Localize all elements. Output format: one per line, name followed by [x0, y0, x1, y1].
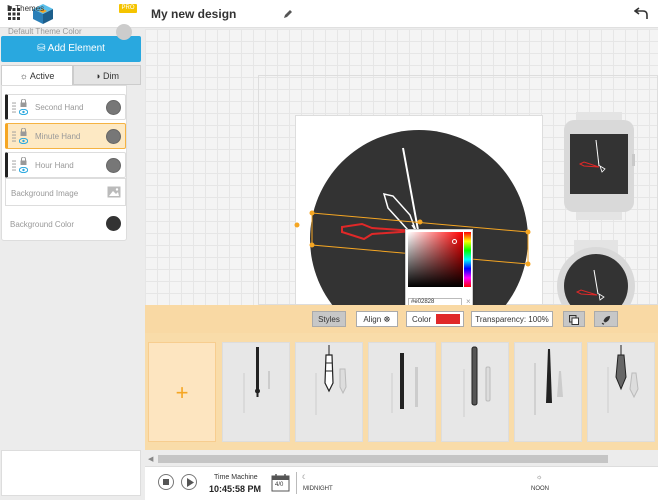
background-image-label: Background Image	[11, 189, 79, 198]
noon-label: NOON	[531, 486, 549, 492]
lock-icon[interactable]	[20, 157, 27, 165]
drag-handle-icon[interactable]	[12, 131, 16, 142]
layer-label: Second Hand	[35, 103, 84, 112]
eye-icon[interactable]	[19, 109, 28, 115]
color-swatch[interactable]	[436, 314, 460, 324]
stop-icon	[163, 479, 169, 485]
stop-button[interactable]	[158, 474, 174, 490]
hand-style-card[interactable]	[222, 342, 290, 442]
saturation-cursor	[452, 239, 457, 244]
time-machine-label: Time Machine	[214, 474, 258, 481]
calendar-icon[interactable]: 4/0	[271, 473, 290, 492]
lock-icon[interactable]	[20, 128, 27, 136]
eye-icon[interactable]	[19, 167, 28, 173]
theme-color-swatch[interactable]	[116, 24, 132, 40]
scrollbar-thumb[interactable]	[158, 455, 608, 463]
half-circle-icon: ◑	[95, 71, 103, 81]
publish-button[interactable]	[594, 311, 618, 327]
tab-active-label: Active	[29, 71, 55, 81]
layer-minute-hand[interactable]: Minute Hand	[5, 123, 126, 149]
color-button[interactable]: Color	[406, 311, 464, 327]
drag-handle-icon[interactable]	[12, 102, 16, 113]
themes-title[interactable]: ⚑ Themes	[6, 4, 44, 13]
background-color-label: Background Color	[10, 220, 75, 229]
themes-panel	[1, 450, 141, 496]
tab-dim[interactable]: ◑ Dim	[73, 65, 141, 85]
layer-list: Second Hand Minute Hand Hour Hand Backgr…	[1, 85, 127, 241]
add-element-label: Add Element	[47, 43, 105, 54]
design-title[interactable]: My new design	[151, 7, 236, 21]
time-display: 10:45:58 PM	[209, 484, 262, 494]
rocket-icon	[601, 316, 610, 325]
hand-style-preview	[463, 346, 491, 417]
hand-style-preview	[607, 345, 639, 413]
add-hand-button[interactable]: +	[148, 342, 216, 442]
hand-style-card[interactable]	[587, 342, 655, 442]
layer-hour-hand[interactable]: Hour Hand	[5, 152, 126, 178]
saturation-field[interactable]	[408, 232, 463, 287]
tab-dim-label: Dim	[102, 71, 119, 81]
layer-second-hand[interactable]: Second Hand	[5, 94, 126, 120]
hand-style-preview	[534, 349, 563, 415]
timeline-slider[interactable]	[296, 472, 658, 494]
scroll-left-icon[interactable]: ◀	[148, 455, 153, 463]
sun-icon: ☼	[536, 474, 543, 481]
drag-handle-icon[interactable]	[12, 160, 16, 171]
hand-style-preview	[243, 347, 270, 413]
play-icon	[187, 478, 194, 487]
square-watch-preview[interactable]	[562, 112, 636, 220]
tab-bar: ☼ Active ◑ Dim	[1, 65, 141, 85]
paint-roller-icon: ⚑	[6, 4, 16, 13]
tab-active[interactable]: ☼ Active	[1, 65, 73, 85]
pencil-icon[interactable]	[283, 9, 293, 19]
top-bar	[0, 0, 658, 28]
align-button[interactable]: Align ☸	[356, 311, 398, 327]
add-element-icon: ⛁	[37, 43, 48, 54]
hour-hand[interactable]	[382, 192, 418, 232]
calendar-day: 4/0	[275, 482, 284, 488]
hand-style-preview	[315, 345, 347, 415]
eye-icon[interactable]	[19, 138, 28, 144]
hand-style-card[interactable]	[295, 342, 363, 442]
layer-order-button[interactable]	[563, 311, 585, 327]
background-color-swatch[interactable]	[106, 216, 121, 231]
hand-style-card[interactable]	[441, 342, 509, 442]
layer-label: Hour Hand	[35, 161, 74, 170]
align-icon: ☸	[383, 315, 391, 324]
round-watch-preview[interactable]	[556, 240, 636, 305]
themes-title-label: Themes	[15, 4, 45, 13]
transparency-button[interactable]: Transparency: 100%	[471, 311, 553, 327]
layer-thumbnail	[106, 100, 121, 115]
undo-icon[interactable]	[634, 7, 648, 20]
default-theme-label: Default Theme Color	[8, 27, 82, 36]
color-picker: #e02828 ×	[405, 229, 473, 309]
color-label: Color	[412, 315, 432, 324]
lock-icon[interactable]	[20, 99, 27, 107]
background-image-row[interactable]: Background Image	[5, 178, 126, 206]
play-button[interactable]	[181, 474, 197, 490]
sun-icon: ☼	[19, 71, 30, 81]
styles-button[interactable]: Styles	[312, 311, 346, 327]
add-element-button[interactable]: ⛁ Add Element	[1, 36, 141, 62]
hand-style-card[interactable]	[368, 342, 436, 442]
hand-style-card[interactable]	[514, 342, 582, 442]
copy-layers-icon	[569, 315, 579, 325]
hue-slider[interactable]	[464, 232, 471, 287]
layer-label: Minute Hand	[35, 132, 81, 141]
moon-icon: ☾	[302, 475, 308, 481]
align-label: Align	[363, 315, 382, 324]
midnight-label: MIDNIGHT	[303, 486, 333, 492]
background-color-row[interactable]: Background Color	[5, 210, 126, 238]
layer-thumbnail	[106, 158, 121, 173]
pro-badge: PRO	[119, 4, 137, 13]
layer-thumbnail	[106, 129, 121, 144]
image-icon[interactable]	[107, 186, 121, 198]
hand-style-preview	[391, 353, 418, 413]
